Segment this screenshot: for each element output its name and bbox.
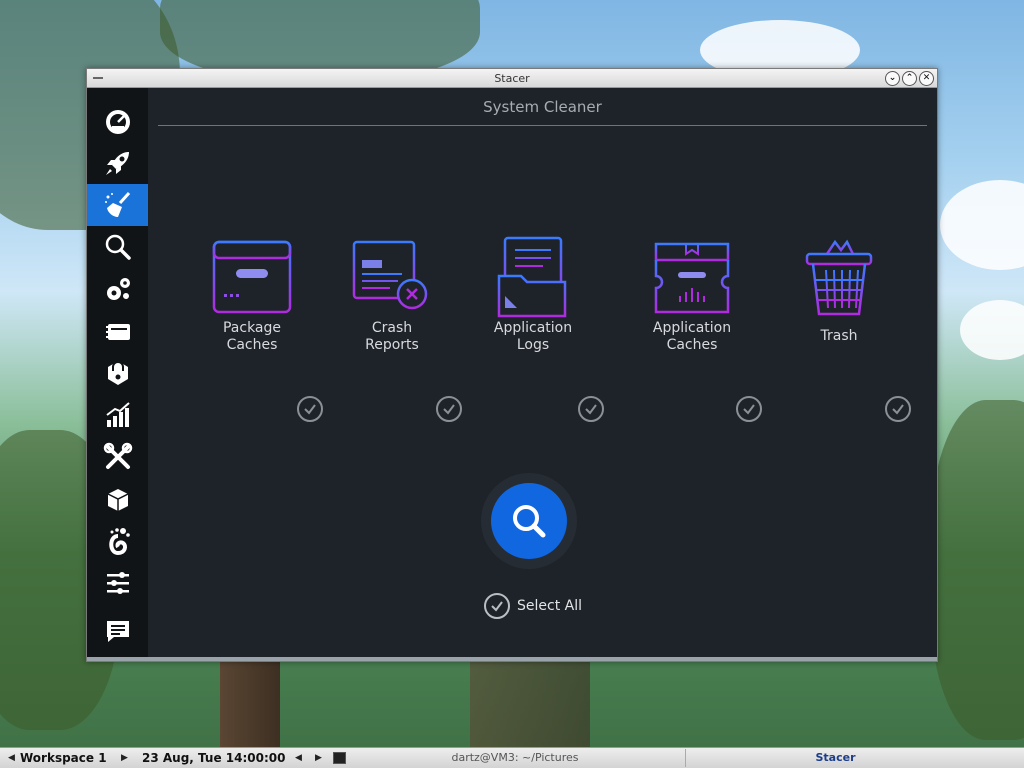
sidebar-item-feedback[interactable] (87, 610, 148, 652)
category-crash-reports[interactable]: Crash Reports (332, 236, 452, 354)
minimize-button[interactable]: ⌄ (885, 71, 900, 86)
window-title: Stacer (494, 72, 530, 85)
category-label-line1: Application (652, 320, 732, 336)
sidebar-item-helpers[interactable] (87, 436, 148, 478)
system-cleaner-panel: System Cleaner Package Caches Crash Repo… (148, 88, 937, 657)
check-icon (743, 404, 755, 415)
feedback-icon (106, 621, 129, 642)
sidebar-item-startup[interactable] (87, 142, 148, 184)
select-all-checkbox[interactable]: Select All (484, 593, 582, 619)
category-label-line2: Logs (516, 337, 550, 353)
sidebar-item-gnome-settings[interactable] (87, 520, 148, 562)
check-icon (304, 404, 316, 415)
terminal-icon (333, 752, 346, 764)
crash-reports-checkbox[interactable] (436, 396, 462, 422)
category-label-line1: Application (493, 320, 573, 336)
taskbar-task-terminal[interactable]: dartz@VM3: ~/Pictures (350, 749, 680, 767)
category-label-line2: Caches (666, 337, 718, 353)
title-divider (158, 125, 927, 126)
window-bottom-border (87, 657, 937, 661)
category-label-line1: Crash (371, 320, 413, 336)
application-logs-icon (497, 236, 567, 318)
application-caches-icon (654, 242, 730, 314)
trash-icon (805, 239, 873, 316)
sidebar-item-resources[interactable] (87, 394, 148, 436)
category-trash[interactable]: Trash (779, 236, 899, 345)
sidebar-item-dashboard[interactable] (87, 100, 148, 142)
select-all-label: Select All (517, 598, 582, 614)
check-icon (892, 404, 904, 415)
maximize-button[interactable]: ⌃ (902, 71, 917, 86)
startup-rocket-icon (105, 152, 129, 175)
crash-reports-icon (352, 240, 428, 310)
close-button[interactable]: ✕ (919, 71, 934, 86)
category-label-line2: Reports (365, 337, 419, 353)
scan-button[interactable] (491, 483, 567, 559)
sidebar-item-processes[interactable] (87, 310, 148, 352)
taskbar-task-stacer[interactable]: Stacer (685, 749, 985, 767)
helpers-tools-icon (103, 442, 132, 469)
sidebar-item-apt-repository[interactable] (87, 478, 148, 520)
package-caches-icon (212, 240, 292, 314)
select-all-check (484, 593, 510, 619)
category-label-line2: Caches (226, 337, 278, 353)
scan-button-ring (481, 473, 577, 569)
task-prev-arrow[interactable]: ◀ (295, 751, 302, 766)
services-gears-icon (106, 278, 130, 300)
task-next-arrow[interactable]: ▶ (315, 751, 322, 766)
settings-sliders-icon (106, 572, 129, 594)
sidebar-item-services[interactable] (87, 268, 148, 310)
search-icon (513, 505, 546, 538)
cleaner-broom-icon (104, 191, 130, 217)
clock: 23 Aug, Tue 14:00:00 (142, 751, 286, 765)
apt-repository-icon (107, 489, 128, 511)
sidebar-item-settings[interactable] (87, 562, 148, 604)
gnome-settings-icon (108, 528, 130, 556)
dashboard-icon (105, 110, 130, 134)
workspace-next-arrow[interactable]: ▶ (121, 751, 128, 766)
uninstaller-icon (107, 361, 128, 385)
sidebar-item-uninstaller[interactable] (87, 352, 148, 394)
sidebar-item-system-cleaner[interactable] (87, 184, 148, 226)
check-icon (491, 601, 503, 612)
window-menu-icon[interactable] (93, 77, 103, 79)
sidebar-item-search[interactable] (87, 226, 148, 268)
category-label: Trash (820, 328, 858, 344)
resources-chart-icon (105, 402, 130, 427)
taskbar: ◀ Workspace 1 ▶ 23 Aug, Tue 14:00:00 ◀ ▶… (0, 747, 1024, 768)
application-logs-checkbox[interactable] (578, 396, 604, 422)
category-application-caches[interactable]: Application Caches (632, 236, 752, 354)
check-icon (443, 404, 455, 415)
package-caches-checkbox[interactable] (297, 396, 323, 422)
search-icon (105, 234, 131, 260)
workspace-name[interactable]: Workspace 1 (20, 751, 107, 766)
check-icon (585, 404, 597, 415)
stacer-window: Stacer ⌄ ⌃ ✕ System Cleaner Package Cach… (86, 68, 938, 662)
application-caches-checkbox[interactable] (736, 396, 762, 422)
trash-checkbox[interactable] (885, 396, 911, 422)
category-label-line1: Package (222, 320, 282, 336)
window-titlebar[interactable]: Stacer ⌄ ⌃ ✕ (87, 69, 937, 88)
page-title: System Cleaner (483, 98, 602, 116)
sidebar (87, 88, 148, 657)
processes-icon (105, 324, 130, 340)
category-application-logs[interactable]: Application Logs (473, 236, 593, 354)
workspace-prev-arrow[interactable]: ◀ (8, 751, 15, 766)
category-package-caches[interactable]: Package Caches (192, 236, 312, 354)
